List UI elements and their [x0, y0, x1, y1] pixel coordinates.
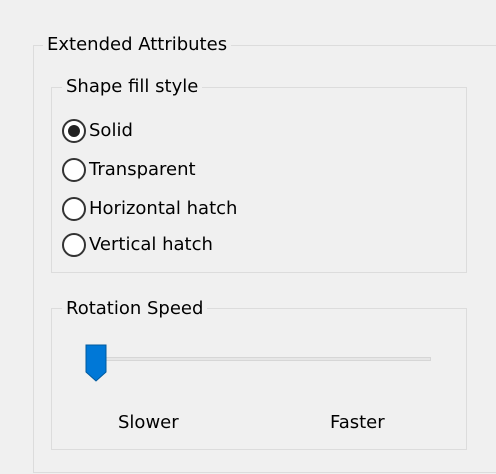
radio-button-icon[interactable]	[62, 158, 86, 182]
shape-fill-style-title: Shape fill style	[62, 76, 203, 98]
radio-vertical-hatch[interactable]: Vertical hatch	[62, 232, 213, 258]
rotation-speed-title: Rotation Speed	[62, 298, 208, 320]
radio-solid-label[interactable]: Solid	[89, 120, 133, 142]
extended-attributes-title: Extended Attributes	[43, 34, 232, 56]
radio-vertical-hatch-label[interactable]: Vertical hatch	[89, 234, 213, 256]
rotation-speed-slider-thumb[interactable]	[85, 344, 107, 382]
radio-button-icon[interactable]	[62, 233, 86, 257]
radio-selected-dot	[68, 125, 80, 137]
radio-horizontal-hatch-label[interactable]: Horizontal hatch	[89, 198, 237, 220]
radio-solid[interactable]: Solid	[62, 118, 133, 144]
rotation-speed-slider-track[interactable]	[96, 357, 431, 361]
radio-button-icon[interactable]	[62, 119, 86, 143]
radio-transparent[interactable]: Transparent	[62, 157, 196, 183]
radio-horizontal-hatch[interactable]: Horizontal hatch	[62, 196, 237, 222]
slider-max-label: Faster	[330, 412, 385, 433]
radio-button-icon[interactable]	[62, 197, 86, 221]
slider-min-label: Slower	[118, 412, 179, 433]
rotation-speed-group	[51, 308, 467, 450]
radio-transparent-label[interactable]: Transparent	[89, 159, 196, 181]
